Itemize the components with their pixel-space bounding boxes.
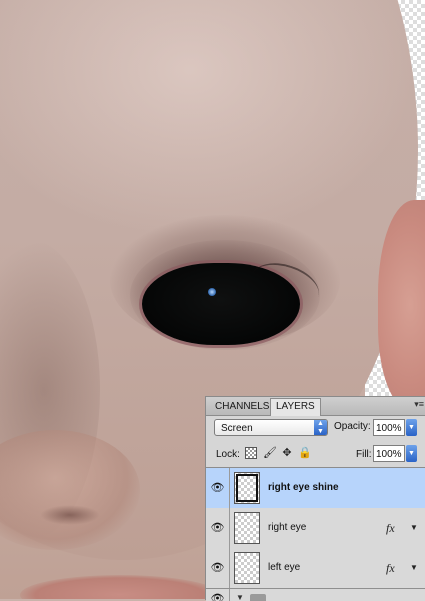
fill-input[interactable]: 100%: [373, 445, 405, 462]
lock-transparent-icon[interactable]: [245, 447, 257, 459]
layer-name: right eye: [268, 522, 307, 533]
layer-thumbnail: [234, 512, 260, 544]
fill-label: Fill:: [356, 449, 372, 460]
blend-mode-arrows-icon: ▲ ▼: [314, 420, 327, 435]
eye-shine: [208, 288, 216, 296]
lock-label: Lock:: [216, 449, 240, 460]
layers-list: 👁 right eye shine 👁 right eye fx ▼ 👁 lef…: [206, 467, 425, 601]
nostril: [40, 505, 100, 525]
visibility-eye-icon[interactable]: 👁: [206, 548, 230, 588]
fill-dropdown-icon[interactable]: ▼: [406, 445, 417, 462]
blend-mode-select[interactable]: Screen ▲ ▼: [214, 419, 328, 436]
layers-panel: CHANNELS LAYERS ▾≡ Screen ▲ ▼ Opacity: 10…: [205, 396, 425, 601]
lock-position-move-icon[interactable]: ✥: [281, 447, 293, 459]
layer-name: left eye: [268, 562, 301, 573]
tab-layers[interactable]: LAYERS: [270, 398, 321, 416]
lock-image-brush-icon[interactable]: 🖌: [263, 447, 277, 459]
layer-effects-icon[interactable]: fx: [386, 548, 395, 588]
opacity-label: Opacity:: [334, 421, 371, 432]
layer-row-left-eye[interactable]: 👁 left eye fx ▼: [206, 548, 425, 589]
tab-channels[interactable]: CHANNELS: [210, 399, 274, 415]
visibility-eye-icon[interactable]: 👁: [206, 589, 230, 601]
opacity-dropdown-icon[interactable]: ▼: [406, 419, 417, 436]
upper-lip: [20, 575, 220, 599]
folder-icon: [250, 594, 266, 601]
layer-row-right-eye[interactable]: 👁 right eye fx ▼: [206, 508, 425, 549]
effects-expand-icon[interactable]: ▼: [407, 548, 421, 588]
layer-group-row[interactable]: 👁 ▼: [206, 589, 425, 601]
group-expand-triangle-icon[interactable]: ▼: [236, 593, 244, 601]
visibility-eye-icon[interactable]: 👁: [206, 508, 230, 548]
layer-thumbnail: [234, 552, 260, 584]
layer-thumbnail: [234, 472, 260, 504]
layer-effects-icon[interactable]: fx: [386, 508, 395, 548]
opacity-input[interactable]: 100%: [373, 419, 405, 436]
blend-mode-value: Screen: [221, 423, 253, 434]
effects-expand-icon[interactable]: ▼: [407, 508, 421, 548]
panel-tab-bar: CHANNELS LAYERS ▾≡: [206, 397, 425, 416]
layer-row-right-eye-shine[interactable]: 👁 right eye shine: [206, 468, 425, 509]
visibility-eye-icon[interactable]: 👁: [206, 468, 230, 508]
lock-all-icon[interactable]: 🔒: [298, 447, 312, 459]
panel-menu-icon[interactable]: ▾≡: [414, 399, 424, 410]
layer-name: right eye shine: [268, 482, 339, 493]
